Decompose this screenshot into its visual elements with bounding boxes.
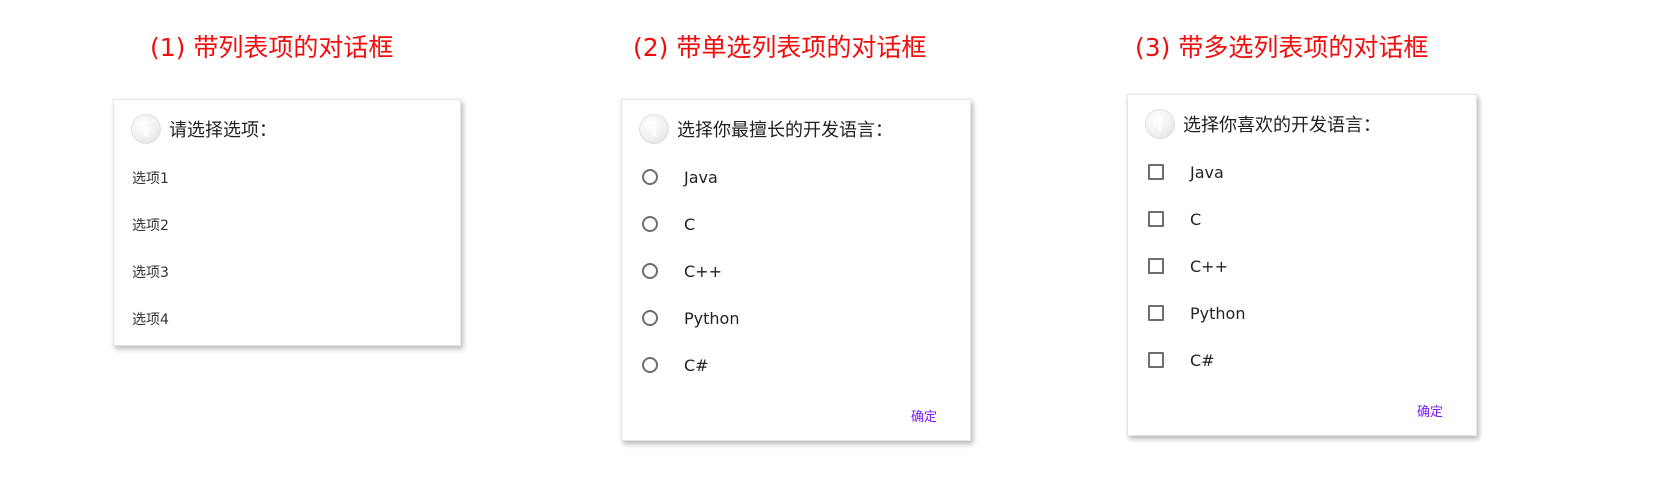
info-icon bbox=[1145, 109, 1175, 139]
radio-option-csharp[interactable]: C# bbox=[642, 353, 709, 377]
dialog-header: 选择你喜欢的开发语言： bbox=[1145, 109, 1381, 139]
option-label: C# bbox=[684, 355, 709, 375]
dialog-header: 选择你最擅长的开发语言： bbox=[639, 114, 893, 144]
radio-button[interactable] bbox=[642, 357, 658, 373]
list-item[interactable]: 选项1 bbox=[132, 168, 169, 188]
checkbox[interactable] bbox=[1148, 352, 1164, 368]
list-item[interactable]: 选项3 bbox=[132, 262, 169, 282]
radio-option-python[interactable]: Python bbox=[642, 306, 739, 330]
checkbox-option-csharp[interactable]: C# bbox=[1148, 348, 1215, 372]
checkbox[interactable] bbox=[1148, 211, 1164, 227]
checkbox[interactable] bbox=[1148, 258, 1164, 274]
list-dialog: 请选择选项： 选项1 选项2 选项3 选项4 bbox=[113, 99, 461, 346]
radio-button[interactable] bbox=[642, 169, 658, 185]
checkbox[interactable] bbox=[1148, 164, 1164, 180]
caption-multi-choice-dialog: (3) 带多选列表项的对话框 bbox=[1135, 33, 1429, 62]
dialog-title: 选择你喜欢的开发语言： bbox=[1183, 115, 1381, 136]
option-label: Java bbox=[684, 167, 718, 187]
option-label: Python bbox=[684, 308, 740, 328]
checkbox-option-c[interactable]: C bbox=[1148, 207, 1201, 231]
list-item[interactable]: 选项4 bbox=[132, 309, 169, 329]
ok-button[interactable]: 确定 bbox=[1417, 401, 1443, 420]
option-label: Java bbox=[1190, 162, 1224, 182]
list-item[interactable]: 选项2 bbox=[132, 215, 169, 235]
radio-option-java[interactable]: Java bbox=[642, 165, 718, 189]
checkbox-option-python[interactable]: Python bbox=[1148, 301, 1245, 325]
dialog-header: 请选择选项： bbox=[131, 114, 277, 144]
multi-choice-dialog: 选择你喜欢的开发语言： Java C C++ Python C# 确定 bbox=[1127, 94, 1477, 436]
single-choice-dialog: 选择你最擅长的开发语言： Java C C++ Python C# 确定 bbox=[621, 99, 971, 441]
caption-list-dialog: (1) 带列表项的对话框 bbox=[150, 33, 394, 62]
caption-single-choice-dialog: (2) 带单选列表项的对话框 bbox=[633, 33, 927, 62]
info-icon bbox=[639, 114, 669, 144]
option-label: C bbox=[1190, 209, 1202, 229]
option-label: Python bbox=[1190, 303, 1246, 323]
option-label: C++ bbox=[684, 261, 722, 281]
dialog-title: 请选择选项： bbox=[169, 120, 277, 141]
option-label: C++ bbox=[1190, 256, 1228, 276]
ok-button[interactable]: 确定 bbox=[911, 406, 937, 425]
dialog-title: 选择你最擅长的开发语言： bbox=[677, 120, 893, 141]
radio-button[interactable] bbox=[642, 263, 658, 279]
option-label: C bbox=[684, 214, 696, 234]
radio-option-c[interactable]: C bbox=[642, 212, 695, 236]
checkbox-option-java[interactable]: Java bbox=[1148, 160, 1224, 184]
radio-option-cpp[interactable]: C++ bbox=[642, 259, 722, 283]
info-icon bbox=[131, 114, 161, 144]
checkbox-option-cpp[interactable]: C++ bbox=[1148, 254, 1228, 278]
option-label: C# bbox=[1190, 350, 1215, 370]
radio-button[interactable] bbox=[642, 216, 658, 232]
radio-button[interactable] bbox=[642, 310, 658, 326]
checkbox[interactable] bbox=[1148, 305, 1164, 321]
